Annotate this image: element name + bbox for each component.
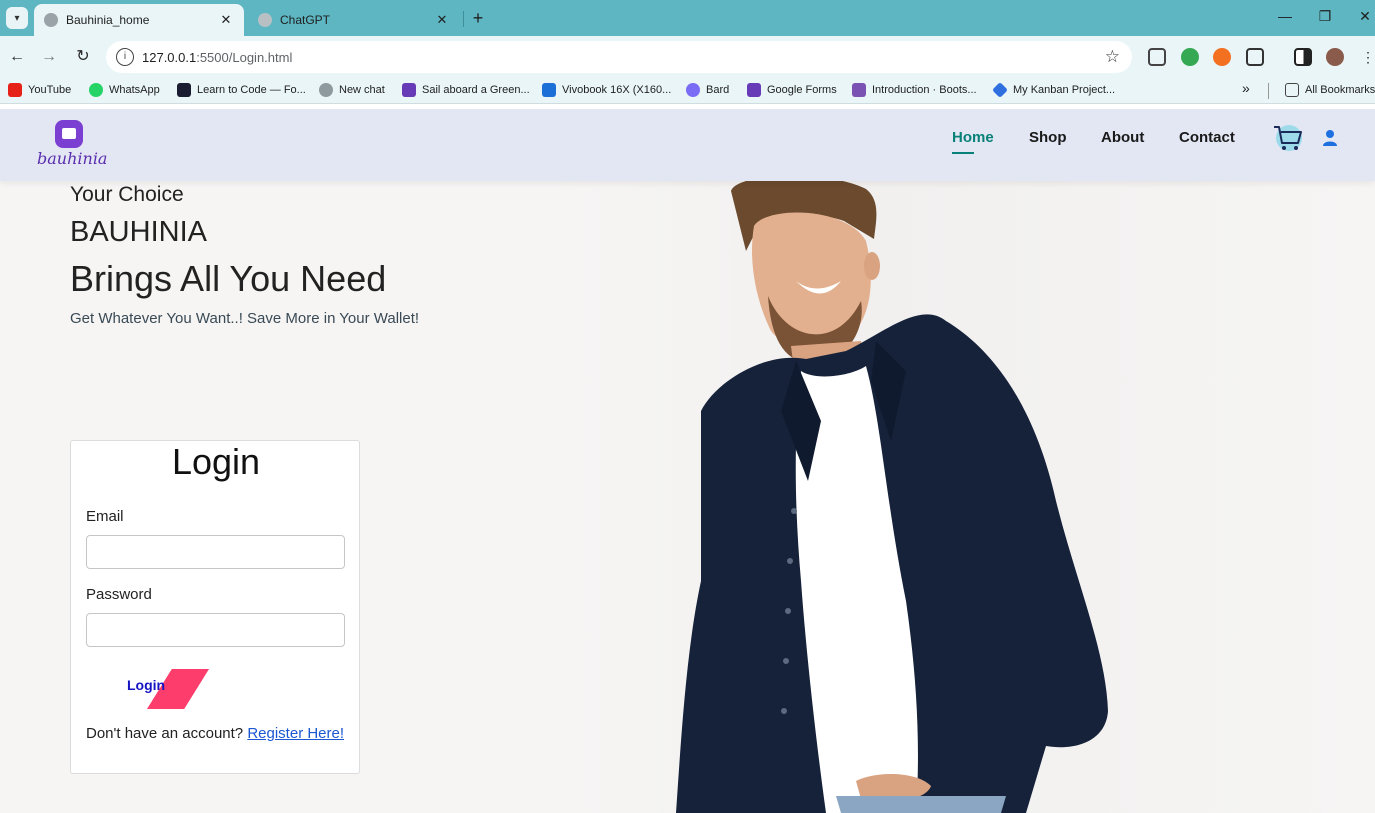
address-bar[interactable]: i 127.0.0.1:5500/Login.html ☆ [106, 41, 1132, 73]
email-label: Email [86, 508, 124, 525]
bauhinia-logo[interactable]: bauhinia [36, 119, 108, 175]
browser-tab-bar: ▾ Bauhinia_home ✕ ChatGPT ✕ + — ❐ ✕ [0, 0, 1375, 36]
hero-model-image [676, 181, 1108, 813]
register-link[interactable]: Register Here! [247, 725, 344, 742]
tab-title: ChatGPT [280, 13, 331, 27]
folder-icon [1285, 83, 1299, 97]
restore-icon[interactable]: ❐ [1315, 8, 1335, 25]
site-header: bauhinia Home Shop About Contact [0, 109, 1375, 181]
close-window-icon[interactable]: ✕ [1355, 8, 1375, 25]
whatsapp-icon [89, 83, 103, 97]
shopping-cart-icon[interactable] [1272, 123, 1304, 153]
hero-tagline: Get Whatever You Want..! Save More in Yo… [70, 310, 420, 327]
bookmark-kanban[interactable]: My Kanban Project... [992, 82, 1115, 98]
extension-green-icon[interactable] [1181, 48, 1199, 66]
extension-orange-icon[interactable] [1213, 48, 1231, 66]
bookmark-bard[interactable]: Bard [686, 83, 729, 97]
close-tab-icon[interactable]: ✕ [434, 12, 450, 28]
forms-icon [402, 83, 416, 97]
new-tab-button[interactable]: + [468, 8, 488, 28]
youtube-icon [8, 83, 22, 97]
chatgpt-icon [319, 83, 333, 97]
bookmark-new-chat[interactable]: New chat [319, 83, 385, 97]
bookmark-youtube[interactable]: YouTube [8, 83, 71, 97]
bookmark-whatsapp[interactable]: WhatsApp [89, 83, 160, 97]
hero-line-1: Your Choice [70, 183, 184, 206]
password-label: Password [86, 586, 152, 603]
tab-title: Bauhinia_home [66, 13, 150, 27]
browser-menu-icon[interactable]: ⋮ [1357, 46, 1375, 68]
url-text: 127.0.0.1:5500/Login.html [142, 49, 293, 65]
bookmark-freecodecamp[interactable]: Learn to Code — Fo... [177, 83, 306, 97]
login-title: Login [171, 441, 261, 482]
bookmarks-divider [1268, 83, 1269, 99]
side-panel-icon[interactable] [1294, 48, 1312, 66]
tab-search-chevron-icon[interactable]: ▾ [6, 7, 28, 29]
bootstrap-icon [852, 83, 866, 97]
logo-text: bauhinia [37, 149, 108, 168]
all-bookmarks-button[interactable]: All Bookmarks [1285, 83, 1375, 97]
nav-home[interactable]: Home [952, 129, 994, 154]
register-prompt: Don't have an account? Register Here! [86, 725, 345, 742]
login-card: Login Email Password Login Don't have an… [70, 440, 360, 774]
reload-icon[interactable]: ↻ [72, 46, 94, 68]
chatgpt-icon [258, 13, 272, 27]
nav-about[interactable]: About [1101, 129, 1144, 146]
close-tab-icon[interactable]: ✕ [218, 12, 234, 28]
hero-headline: Brings All You Need [70, 258, 387, 299]
bard-icon [686, 83, 700, 97]
tab-divider [463, 11, 464, 27]
freecodecamp-icon [177, 83, 191, 97]
bookmark-vivobook[interactable]: Vivobook 16X (X160... [542, 83, 671, 97]
kanban-icon [992, 82, 1008, 98]
google-forms-icon [747, 83, 761, 97]
more-bookmarks-button[interactable]: » [1242, 80, 1250, 96]
extension-upload-icon[interactable] [1148, 48, 1166, 66]
minimize-icon[interactable]: — [1275, 8, 1295, 24]
user-icon[interactable] [1322, 129, 1338, 147]
nav-contact[interactable]: Contact [1179, 129, 1235, 146]
site-info-icon[interactable]: i [116, 48, 134, 66]
profile-avatar[interactable] [1326, 48, 1344, 66]
browser-toolbar: ← → ↻ i 127.0.0.1:5500/Login.html ☆ ⋮ [0, 36, 1375, 78]
hero-brand: BAUHINIA [70, 216, 207, 248]
tab-chatgpt[interactable]: ChatGPT ✕ [248, 4, 460, 36]
password-field[interactable] [86, 613, 345, 647]
nav-shop[interactable]: Shop [1029, 129, 1067, 146]
bookmark-bootstrap[interactable]: Introduction · Boots... [852, 83, 977, 97]
bookmark-sail-aboard[interactable]: Sail aboard a Green... [402, 83, 530, 97]
login-button[interactable]: Login [127, 669, 217, 709]
login-button-label[interactable]: Login [127, 677, 165, 693]
globe-icon [44, 13, 58, 27]
extensions-puzzle-icon[interactable] [1246, 48, 1264, 66]
back-arrow-icon[interactable]: ← [6, 46, 28, 68]
forward-arrow-icon[interactable]: → [38, 46, 60, 68]
store-icon [55, 120, 83, 148]
email-field[interactable] [86, 535, 345, 569]
bookmark-star-icon[interactable]: ☆ [1105, 47, 1120, 67]
asus-icon [542, 83, 556, 97]
bookmarks-bar: YouTube WhatsApp Learn to Code — Fo... N… [0, 78, 1375, 104]
tab-bauhinia-home[interactable]: Bauhinia_home ✕ [34, 4, 244, 36]
bookmark-google-forms[interactable]: Google Forms [747, 83, 837, 97]
